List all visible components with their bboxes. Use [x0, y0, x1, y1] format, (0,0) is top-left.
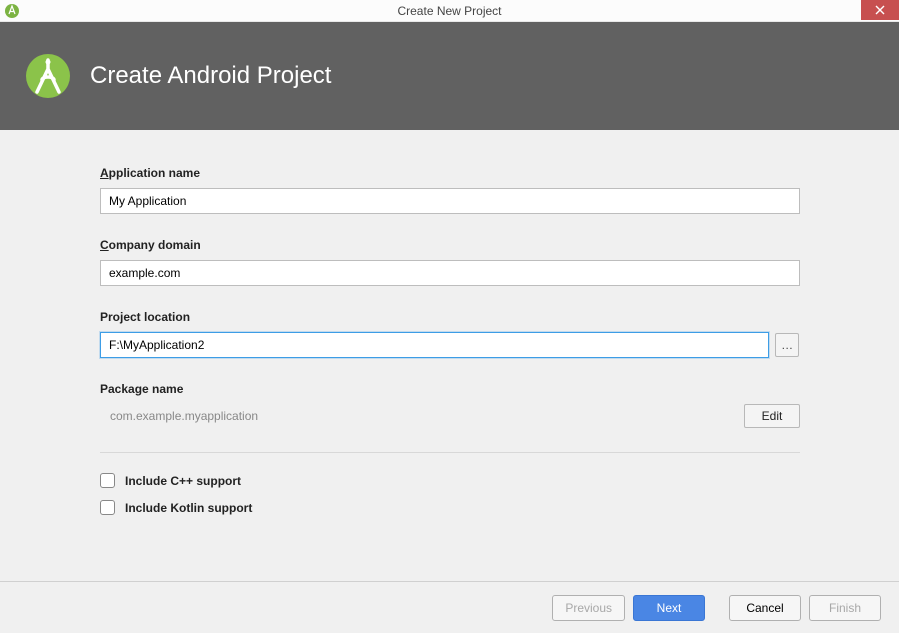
- package-name-group: Package name com.example.myapplication E…: [100, 382, 799, 428]
- include-cpp-checkbox[interactable]: Include C++ support: [100, 473, 799, 488]
- company-domain-input[interactable]: [100, 260, 800, 286]
- browse-button[interactable]: …: [775, 333, 799, 357]
- android-studio-logo-icon: [24, 52, 72, 100]
- window-title: Create New Project: [397, 4, 501, 18]
- next-button[interactable]: Next: [633, 595, 705, 621]
- previous-button[interactable]: Previous: [552, 595, 625, 621]
- edit-package-button[interactable]: Edit: [744, 404, 800, 428]
- checkbox-box-icon: [100, 473, 115, 488]
- close-button[interactable]: [861, 0, 899, 20]
- application-name-group: Application name: [100, 166, 799, 214]
- wizard-footer: Previous Next Cancel Finish: [0, 581, 899, 633]
- form-content: Application name Company domain Project …: [0, 130, 899, 547]
- header-banner: Create Android Project: [0, 22, 899, 130]
- divider: [100, 452, 800, 453]
- titlebar: Create New Project: [0, 0, 899, 22]
- app-icon: [4, 3, 20, 19]
- close-icon: [875, 5, 885, 15]
- project-location-input[interactable]: [100, 332, 769, 358]
- company-domain-group: Company domain: [100, 238, 799, 286]
- project-location-label: Project location: [100, 310, 799, 324]
- company-domain-label: Company domain: [100, 238, 799, 252]
- finish-button[interactable]: Finish: [809, 595, 881, 621]
- application-name-input[interactable]: [100, 188, 800, 214]
- package-name-value: com.example.myapplication: [100, 409, 258, 423]
- include-cpp-label: Include C++ support: [125, 474, 241, 488]
- cancel-button[interactable]: Cancel: [729, 595, 801, 621]
- include-kotlin-label: Include Kotlin support: [125, 501, 252, 515]
- package-name-label: Package name: [100, 382, 799, 396]
- checkbox-box-icon: [100, 500, 115, 515]
- project-location-group: Project location …: [100, 310, 799, 358]
- include-kotlin-checkbox[interactable]: Include Kotlin support: [100, 500, 799, 515]
- ellipsis-icon: …: [781, 338, 793, 352]
- application-name-label: Application name: [100, 166, 799, 180]
- page-title: Create Android Project: [90, 62, 331, 90]
